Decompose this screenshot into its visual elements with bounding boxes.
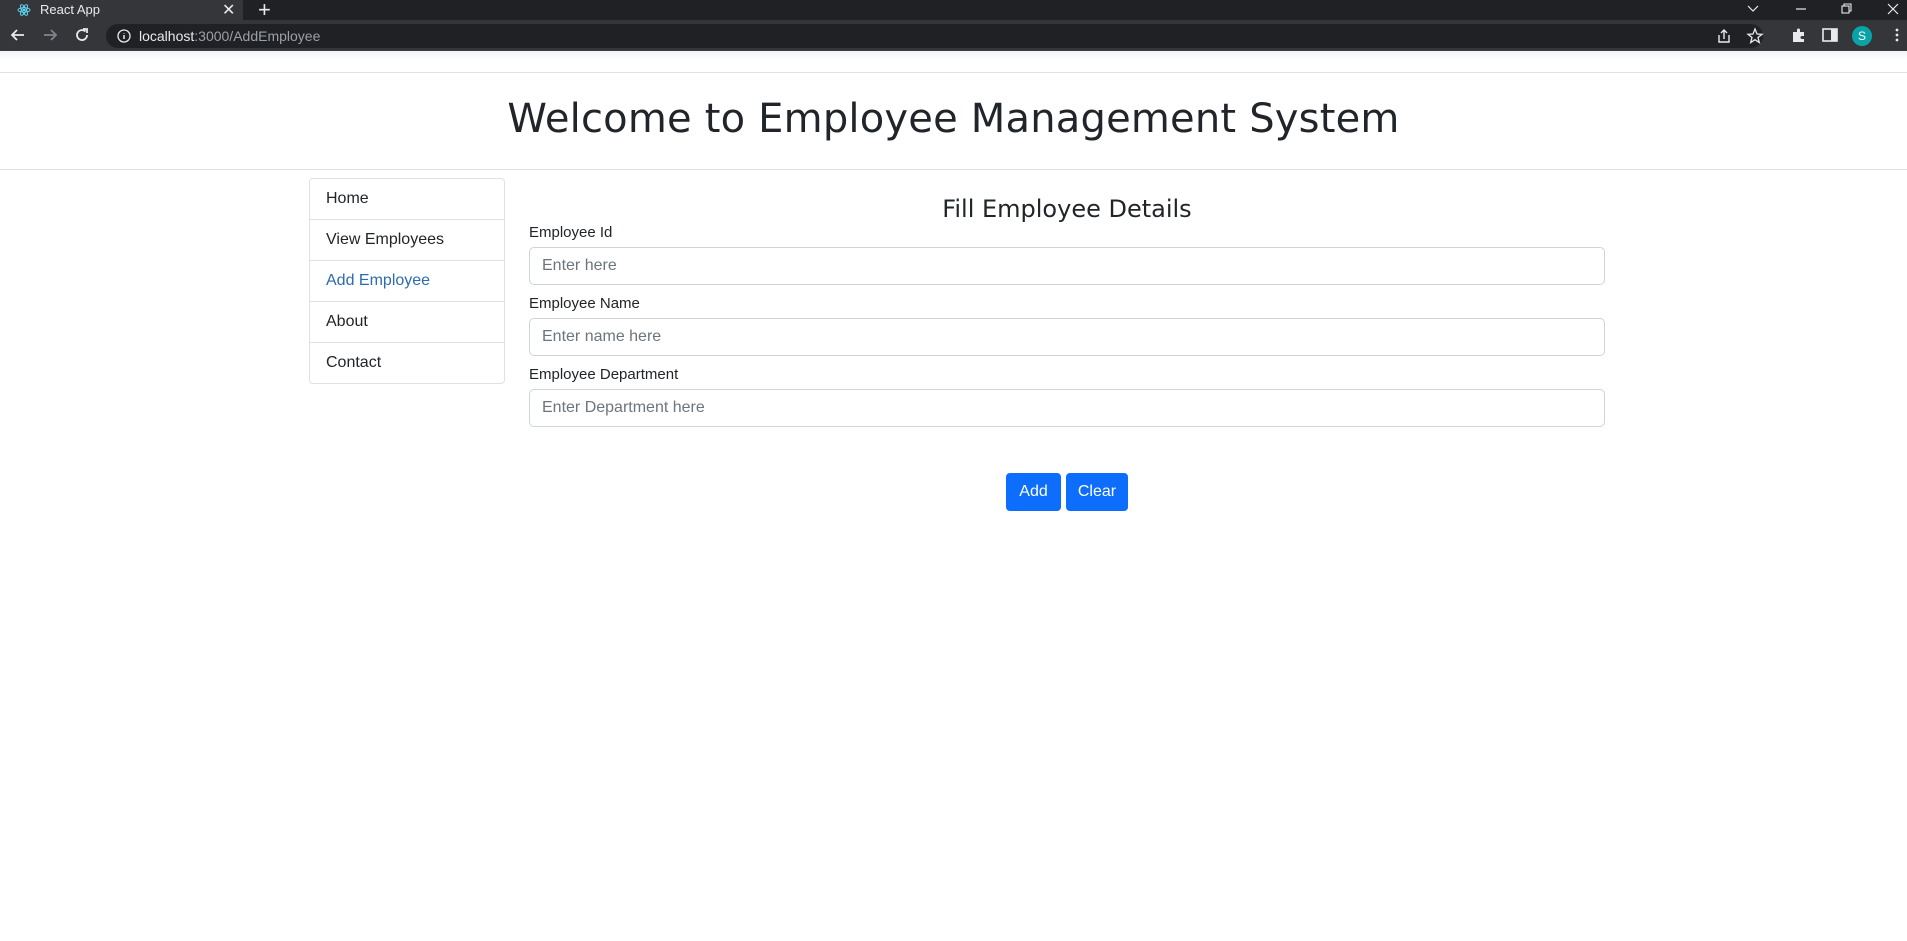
employee-id-label: Employee Id bbox=[529, 224, 613, 241]
minimize-icon[interactable] bbox=[1795, 3, 1807, 15]
sidebar-item-about[interactable]: About bbox=[310, 302, 504, 343]
close-tab-icon[interactable]: ✕ bbox=[222, 0, 235, 20]
employee-id-group: Employee Id bbox=[529, 224, 1605, 285]
react-icon bbox=[17, 4, 31, 16]
sidebar-item-contact[interactable]: Contact bbox=[310, 343, 504, 383]
browser-tabstrip: React App ✕ + bbox=[0, 0, 1907, 22]
browser-toolbar: localhost:3000/AddEmployee S bbox=[0, 20, 1907, 50]
employee-form: Fill Employee Details Employee Id Employ… bbox=[529, 184, 1605, 427]
add-button[interactable]: Add bbox=[1006, 473, 1061, 511]
url-host: localhost bbox=[139, 28, 195, 44]
sidebar-item-view-employees[interactable]: View Employees bbox=[310, 220, 504, 261]
toolbar-divider bbox=[0, 50, 1907, 59]
address-bar[interactable]: localhost:3000/AddEmployee bbox=[106, 24, 1764, 48]
forward-icon[interactable] bbox=[41, 26, 59, 44]
url-path: :3000/AddEmployee bbox=[194, 28, 321, 44]
employee-name-label: Employee Name bbox=[529, 295, 640, 312]
tab-search-icon[interactable] bbox=[1747, 3, 1759, 15]
employee-department-label: Employee Department bbox=[529, 366, 679, 383]
share-icon[interactable] bbox=[1715, 27, 1733, 45]
url-text: localhost:3000/AddEmployee bbox=[139, 28, 320, 44]
page-title: Welcome to Employee Management System bbox=[507, 96, 1400, 142]
back-icon[interactable] bbox=[9, 26, 27, 44]
page-header: Welcome to Employee Management System bbox=[0, 73, 1907, 170]
reload-icon[interactable] bbox=[73, 26, 91, 44]
extensions-icon[interactable] bbox=[1790, 26, 1808, 44]
tab-title: React App bbox=[40, 2, 100, 17]
sidebar-nav: Home View Employees Add Employee About C… bbox=[309, 178, 505, 384]
info-icon[interactable] bbox=[116, 28, 132, 44]
close-window-icon[interactable] bbox=[1887, 3, 1899, 15]
employee-name-input[interactable] bbox=[529, 318, 1605, 356]
sidebar-item-home[interactable]: Home bbox=[310, 179, 504, 220]
profile-avatar[interactable]: S bbox=[1852, 26, 1872, 46]
restore-icon[interactable] bbox=[1841, 3, 1853, 15]
employee-department-input[interactable] bbox=[529, 389, 1605, 427]
form-title: Fill Employee Details bbox=[942, 195, 1192, 223]
sidebar-item-add-employee[interactable]: Add Employee bbox=[310, 261, 504, 302]
browser-tab[interactable]: React App ✕ bbox=[0, 0, 243, 20]
employee-department-group: Employee Department bbox=[529, 366, 1605, 427]
bookmark-star-icon[interactable] bbox=[1746, 27, 1764, 45]
employee-id-input[interactable] bbox=[529, 247, 1605, 285]
clear-button[interactable]: Clear bbox=[1066, 473, 1128, 511]
employee-name-group: Employee Name bbox=[529, 295, 1605, 356]
menu-kebab-icon[interactable] bbox=[1888, 26, 1906, 44]
side-panel-icon[interactable] bbox=[1821, 26, 1839, 44]
